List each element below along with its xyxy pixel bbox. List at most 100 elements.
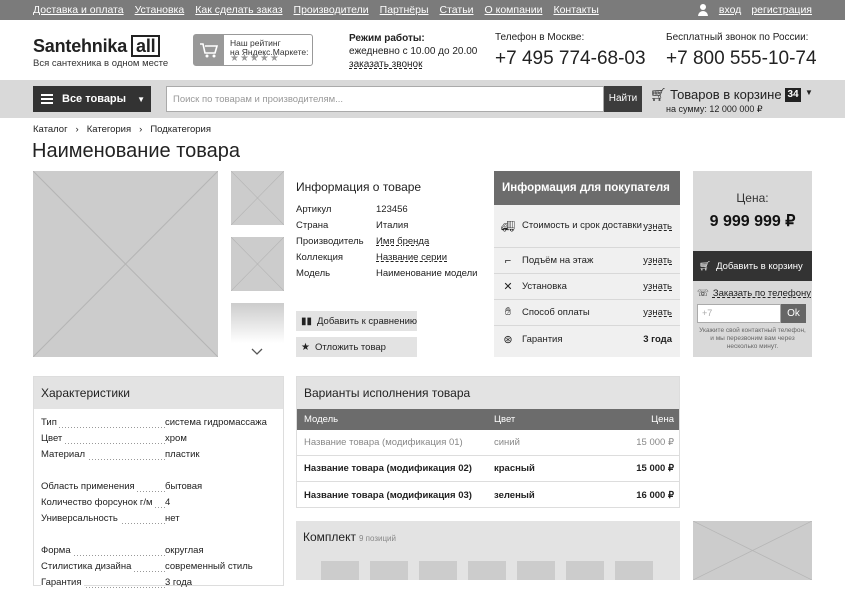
truck-icon: 🚚︎ bbox=[501, 220, 515, 233]
char-value: округлая bbox=[165, 545, 204, 556]
main-product-image[interactable] bbox=[33, 171, 218, 357]
breadcrumb-category[interactable]: Категория bbox=[87, 124, 131, 135]
header: Santehnika all Вся сантехника в одном мес… bbox=[0, 20, 845, 80]
characteristics-panel: Характеристики Тип система гидромассажа Ц… bbox=[33, 376, 284, 588]
search-button[interactable]: Найти bbox=[604, 86, 642, 112]
topnav-install-link[interactable]: Установка bbox=[135, 4, 185, 16]
phone-input[interactable]: +7 bbox=[697, 304, 781, 323]
char-label-wrap: Область применения bbox=[41, 481, 165, 492]
cart-chevron-icon[interactable]: ▼ bbox=[805, 88, 813, 97]
free-phone-block: Бесплатный звонок по России: +7 800 555-… bbox=[666, 32, 817, 70]
payment-learn-link[interactable]: узнать bbox=[643, 307, 672, 318]
logo[interactable]: Santehnika all bbox=[33, 35, 161, 57]
compare-label: Добавить к сравнению bbox=[317, 315, 418, 327]
topnav-about-link[interactable]: О компании bbox=[485, 4, 543, 16]
side-banner-image[interactable] bbox=[693, 521, 812, 580]
logo-box: all bbox=[131, 35, 161, 57]
topnav-articles-link[interactable]: Статьи bbox=[440, 4, 474, 16]
char-label-wrap: Тип bbox=[41, 417, 165, 428]
table-row[interactable]: Название товара (модификация 03) зеленый… bbox=[297, 482, 679, 508]
product-info-list: Артикул 123456 Страна Италия Производитель… bbox=[296, 204, 477, 284]
topnav-partners-link[interactable]: Партнёры bbox=[380, 4, 429, 16]
phone-order-link[interactable]: ☏ Заказать по телефону bbox=[697, 288, 811, 299]
buyer-row-payment: ✋︎ Способ оплаты узнать bbox=[494, 299, 680, 325]
char-spacer bbox=[41, 465, 276, 481]
thumbnail-image[interactable] bbox=[231, 171, 284, 225]
register-link[interactable]: регистрация bbox=[751, 4, 812, 16]
stairs-icon: ⌐ bbox=[504, 254, 512, 267]
kit-item-image[interactable] bbox=[615, 561, 653, 580]
table-row[interactable]: Название товара (модификация 01) синий 1… bbox=[297, 430, 679, 456]
free-phone[interactable]: +7 800 555-10-74 bbox=[666, 48, 817, 70]
kit-item-image[interactable] bbox=[419, 561, 457, 580]
variant-price: 15 000 ₽ bbox=[636, 463, 674, 474]
breadcrumb-catalog[interactable]: Каталог bbox=[33, 124, 68, 135]
kit-item-image[interactable] bbox=[517, 561, 555, 580]
price-panel: Цена: 9 999 999 ₽ 🛒︎ Добавить в корзину … bbox=[693, 171, 812, 357]
topnav-delivery-link[interactable]: Доставка и оплата bbox=[33, 4, 124, 16]
kit-items-strip bbox=[296, 553, 680, 580]
cart-summary[interactable]: 🛒︎ Товаров в корзине на сумму: 12 000 00… bbox=[650, 87, 782, 115]
char-label-wrap: Гарантия bbox=[41, 577, 165, 588]
variant-model: Название товара (модификация 01) bbox=[304, 437, 463, 448]
chevron-down-icon[interactable] bbox=[250, 345, 264, 359]
char-spacer bbox=[41, 529, 276, 545]
phone-icon: ☏ bbox=[697, 288, 709, 299]
price-label: Цена: bbox=[736, 191, 769, 205]
yandex-rating-badge[interactable]: Наш рейтинг на Яндекс.Маркете: ★★★★★ bbox=[193, 34, 313, 66]
kit-item-image[interactable] bbox=[370, 561, 408, 580]
phone-submit-button[interactable]: Ok bbox=[781, 304, 806, 323]
char-label-wrap: Универсальность bbox=[41, 513, 165, 524]
thumbnail-image[interactable] bbox=[231, 237, 284, 291]
table-row[interactable]: Название товара (модификация 02) красный… bbox=[297, 456, 679, 482]
variants-panel: Варианты исполнения товара Модель Цвет Ц… bbox=[296, 376, 680, 508]
char-label: Стилистика дизайна bbox=[41, 561, 134, 572]
char-row: Гарантия 3 года bbox=[41, 577, 276, 593]
kit-count: 9 позиций bbox=[358, 534, 396, 543]
defer-product-button[interactable]: ★ Отложить товар bbox=[296, 337, 417, 357]
catalog-button[interactable]: Все товары ▼ bbox=[33, 86, 151, 112]
star-icon: ★ bbox=[301, 341, 310, 353]
info-value: Наименование модели bbox=[376, 268, 478, 279]
hours-title: Режим работы: bbox=[349, 33, 425, 44]
hours-value: ежедневно с 10.00 до 20.00 bbox=[349, 46, 478, 57]
search-input[interactable]: Поиск по товарам и производителям... bbox=[166, 86, 604, 112]
char-label-wrap: Материал bbox=[41, 449, 165, 460]
cart-icon: 🛒︎ bbox=[699, 260, 712, 272]
topnav-brands-link[interactable]: Производители bbox=[294, 4, 369, 16]
moscow-phone[interactable]: +7 495 774-68-03 bbox=[495, 48, 646, 70]
topnav-howto-link[interactable]: Как сделать заказ bbox=[195, 4, 282, 16]
add-to-compare-button[interactable]: ▮▮ Добавить к сравнению bbox=[296, 311, 417, 331]
info-row-brand: Производитель Имя бренда bbox=[296, 236, 477, 252]
topnav-contacts-link[interactable]: Контакты bbox=[553, 4, 598, 16]
collection-link[interactable]: Название серии bbox=[376, 252, 447, 268]
info-label: Страна bbox=[296, 220, 329, 231]
thumbnail-image[interactable] bbox=[231, 303, 284, 343]
lift-learn-link[interactable]: узнать bbox=[643, 255, 672, 266]
install-learn-link[interactable]: узнать bbox=[643, 281, 672, 292]
kit-item-image[interactable] bbox=[468, 561, 506, 580]
phone-order-label: Заказать по телефону bbox=[712, 288, 812, 299]
variant-color: красный bbox=[494, 463, 535, 474]
breadcrumb-subcategory[interactable]: Подкатегория bbox=[150, 124, 211, 135]
variant-color: синий bbox=[494, 437, 520, 448]
buyer-row-warranty: ⊛ Гарантия 3 года bbox=[494, 325, 680, 353]
breadcrumb: Каталог › Категория › Подкатегория bbox=[33, 124, 211, 135]
char-label: Гарантия bbox=[41, 577, 84, 588]
kit-item-image[interactable] bbox=[321, 561, 359, 580]
info-value: 123456 bbox=[376, 204, 408, 215]
login-link[interactable]: вход bbox=[719, 4, 741, 16]
buyer-row-label: Стоимость и срок доставки bbox=[522, 220, 642, 231]
chevron-down-icon: ▼ bbox=[137, 94, 145, 104]
add-to-cart-button[interactable]: 🛒︎ Добавить в корзину bbox=[693, 251, 812, 281]
kit-item-image[interactable] bbox=[566, 561, 604, 580]
variants-title: Варианты исполнения товара bbox=[297, 377, 679, 409]
variant-model: Название товара (модификация 03) bbox=[304, 489, 472, 501]
buyer-row-install: ✕ Установка узнать bbox=[494, 273, 680, 299]
tools-icon: ✕ bbox=[503, 281, 513, 293]
brand-link[interactable]: Имя бренда bbox=[376, 236, 429, 252]
free-phone-label: Бесплатный звонок по России: bbox=[666, 32, 809, 43]
delivery-learn-link[interactable]: узнать bbox=[643, 221, 672, 232]
char-label: Количество форсунок г/м bbox=[41, 497, 155, 508]
callback-link[interactable]: заказать звонок bbox=[349, 59, 423, 70]
